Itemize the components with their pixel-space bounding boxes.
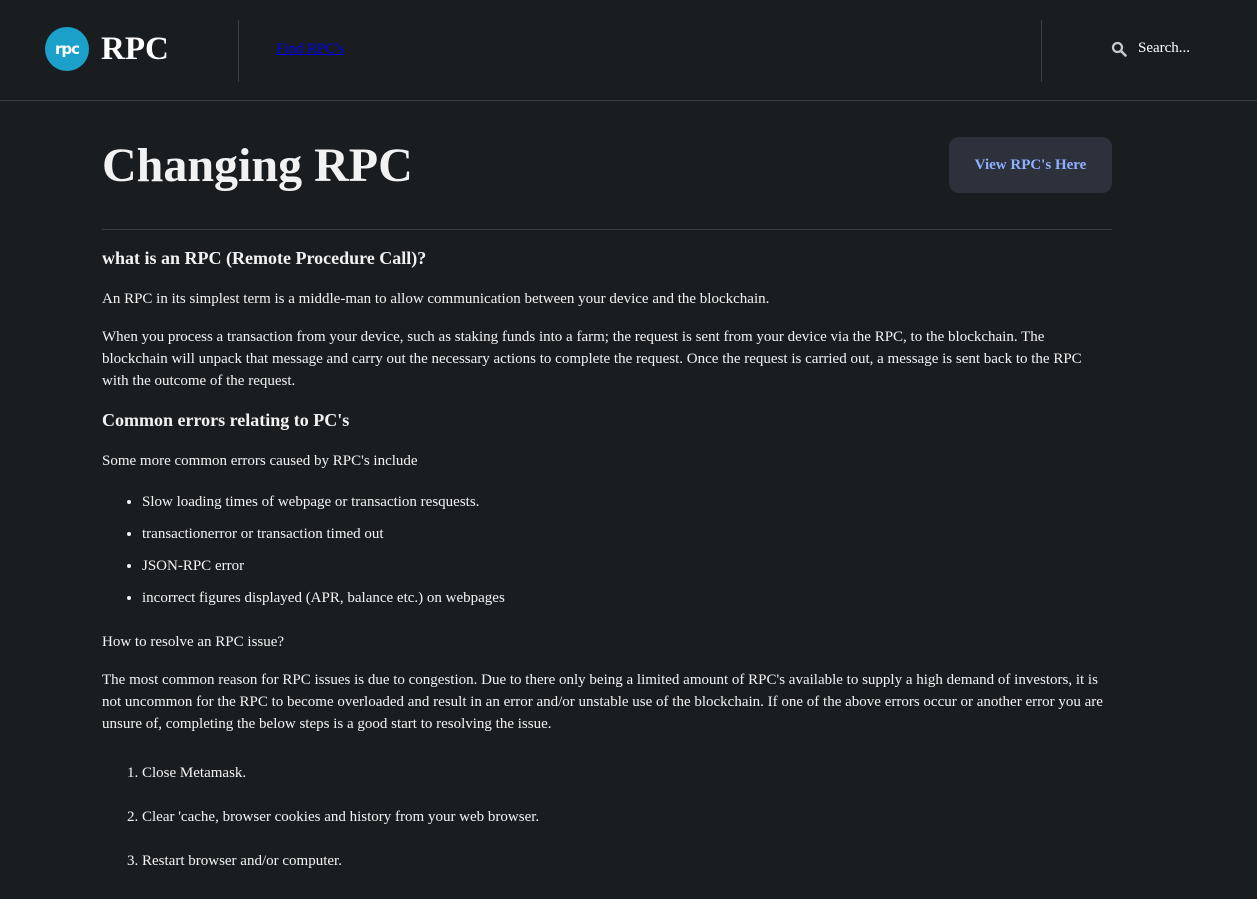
- site-logo[interactable]: rpc RPC: [45, 27, 169, 71]
- steps-list: Close Metamask. Clear 'cache, browser co…: [102, 762, 1112, 872]
- page-title: Changing RPC: [102, 139, 413, 192]
- paragraph: The most common reason for RPC issues is…: [102, 672, 1103, 732]
- main-content: Changing RPC View RPC's Here what is an …: [102, 101, 1112, 894]
- logo-mark-icon: rpc: [45, 27, 89, 71]
- paragraph: Some more common errors caused by RPC's …: [102, 453, 418, 469]
- list-item: Clear 'cache, browser cookies and histor…: [142, 806, 1112, 828]
- list-item: Slow loading times of webpage or transac…: [142, 491, 1112, 513]
- section-heading-what-is-rpc: what is an RPC (Remote Procedure Call)?: [102, 248, 427, 268]
- search-box[interactable]: [1111, 40, 1248, 57]
- list-item: JSON-RPC error: [142, 555, 1112, 577]
- view-rpcs-button[interactable]: View RPC's Here: [949, 137, 1112, 193]
- top-header: rpc RPC Find RPC's: [0, 0, 1257, 101]
- list-item: incorrect figures displayed (APR, balanc…: [142, 587, 1112, 609]
- logo-text: RPC: [101, 30, 169, 67]
- list-item: Restart browser and/or computer.: [142, 850, 1112, 872]
- section-heading-common-errors: Common errors relating to PC's: [102, 410, 350, 430]
- paragraph: An RPC in its simplest term is a middle-…: [102, 291, 770, 307]
- header-divider-right: [1041, 20, 1042, 82]
- search-icon: [1111, 41, 1127, 57]
- error-list: Slow loading times of webpage or transac…: [102, 491, 1112, 609]
- title-row: Changing RPC View RPC's Here: [102, 101, 1112, 230]
- list-item: transactionerror or transaction timed ou…: [142, 523, 1112, 545]
- nav-link-find-rpcs[interactable]: Find RPC's: [276, 41, 344, 58]
- paragraph: When you process a transaction from your…: [102, 329, 1082, 389]
- search-input[interactable]: [1138, 40, 1248, 57]
- section-heading-resolve: How to resolve an RPC issue?: [102, 634, 285, 650]
- header-divider-left: [238, 20, 239, 82]
- list-item: Close Metamask.: [142, 762, 1112, 784]
